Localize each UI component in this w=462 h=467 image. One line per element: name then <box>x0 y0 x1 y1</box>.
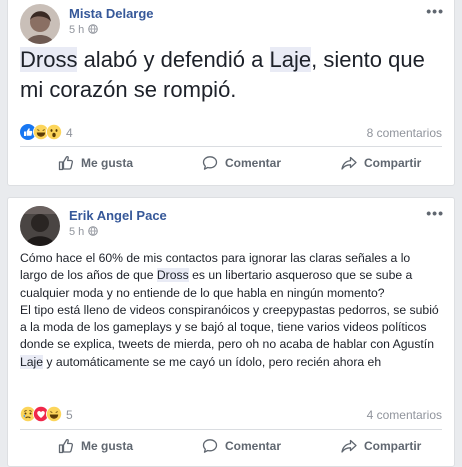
like-label: Me gusta <box>81 156 134 170</box>
share-label: Compartir <box>364 156 422 170</box>
wow-icon <box>46 124 62 140</box>
reaction-count: 4 <box>66 126 73 140</box>
mention-link[interactable]: Dross <box>156 268 189 283</box>
post-text-segment: y automáticamente se me cayó un ídolo, p… <box>43 354 382 369</box>
mention-link[interactable]: Dross <box>20 47 78 72</box>
comments-count-link[interactable]: 8 comentarios <box>367 126 442 140</box>
comment-button[interactable]: Comentar <box>202 438 281 454</box>
globe-icon <box>88 226 99 236</box>
globe-icon <box>88 24 99 34</box>
share-button[interactable]: Compartir <box>341 438 421 454</box>
mention-link[interactable]: Laje <box>269 47 312 72</box>
post-text-segment: El tipo está lleno de videos conspiranói… <box>20 302 439 352</box>
like-label: Me gusta <box>81 439 134 453</box>
comment-button[interactable]: Comentar <box>202 155 281 171</box>
avatar[interactable] <box>20 206 60 246</box>
haha-icon <box>46 406 62 422</box>
post-time[interactable]: 5 h <box>69 226 99 238</box>
more-options-icon[interactable]: ••• <box>426 205 444 221</box>
divider <box>20 429 442 430</box>
post-text: Cómo hace el 60% de mis contactos para i… <box>20 250 440 371</box>
mention-link[interactable]: Laje <box>20 354 44 369</box>
post-text: Dross alabó y defendió a Laje, siento qu… <box>20 45 442 105</box>
like-button[interactable]: Me gusta <box>58 438 133 454</box>
share-icon <box>341 156 357 170</box>
timestamp: 5 h <box>69 226 85 238</box>
post-card: Erik Angel Pace 5 h ••• Cómo hace el 60%… <box>7 197 455 467</box>
author-name[interactable]: Erik Angel Pace <box>69 208 167 223</box>
thumbs-up-icon <box>58 155 74 171</box>
like-button[interactable]: Me gusta <box>58 155 133 171</box>
author-name[interactable]: Mista Delarge <box>69 6 154 21</box>
comment-label: Comentar <box>225 439 282 453</box>
thumbs-up-icon <box>58 438 74 454</box>
share-label: Compartir <box>364 439 422 453</box>
avatar[interactable] <box>20 4 60 44</box>
post-text-segment: alabó y defendió a <box>77 47 270 72</box>
share-icon <box>341 439 357 453</box>
divider <box>20 146 442 147</box>
comment-label: Comentar <box>225 156 282 170</box>
more-options-icon[interactable]: ••• <box>426 3 444 19</box>
post-card: Mista Delarge 5 h ••• Dross alabó y defe… <box>7 0 455 186</box>
comment-icon <box>202 439 218 453</box>
share-button[interactable]: Compartir <box>341 155 421 171</box>
comment-icon <box>202 156 218 170</box>
comments-count-link[interactable]: 4 comentarios <box>367 408 442 422</box>
reaction-count: 5 <box>66 408 73 422</box>
timestamp: 5 h <box>69 24 85 36</box>
post-time[interactable]: 5 h <box>69 24 99 36</box>
